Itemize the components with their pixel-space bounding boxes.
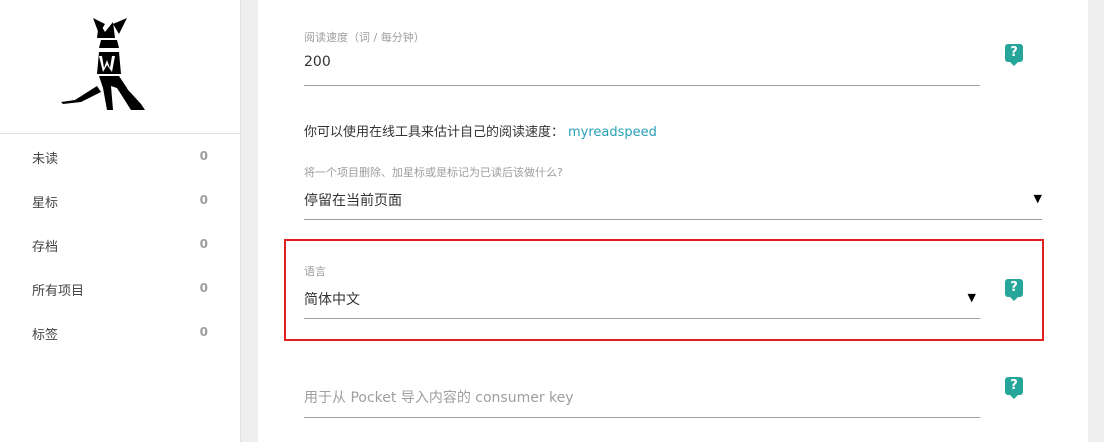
chevron-down-icon[interactable]: ▼ bbox=[1034, 192, 1042, 205]
sidebar-item-label: 存档 bbox=[32, 240, 59, 255]
reading-speed-info: 你可以使用在线工具来估计自己的阅读速度： myreadspeed bbox=[304, 121, 657, 140]
sidebar-item-label: 未读 bbox=[32, 152, 59, 167]
reading-speed-input[interactable]: 200 bbox=[304, 54, 331, 70]
highlight-box bbox=[284, 239, 1044, 341]
settings-panel: 阅读速度（词 / 每分钟） 200 ? 你可以使用在线工具来估计自己的阅读速度：… bbox=[258, 0, 1088, 442]
sidebar-item-label: 所有项目 bbox=[32, 284, 85, 299]
reading-speed-label: 阅读速度（词 / 每分钟） bbox=[304, 31, 425, 44]
action-after-underline bbox=[304, 219, 1042, 220]
myreadspeed-link[interactable]: myreadspeed bbox=[568, 125, 657, 140]
help-icon[interactable]: ? bbox=[1005, 377, 1023, 399]
sidebar-item-starred[interactable]: 星标 0 bbox=[0, 178, 240, 222]
sidebar-item-count: 0 bbox=[199, 237, 208, 251]
sidebar-item-count: 0 bbox=[199, 281, 208, 295]
sidebar-item-tags[interactable]: 标签 0 bbox=[0, 310, 240, 354]
pocket-key-input[interactable]: 用于从 Pocket 导入内容的 consumer key bbox=[304, 387, 574, 407]
reading-speed-field[interactable]: 阅读速度（词 / 每分钟） 200 bbox=[304, 29, 980, 89]
action-after-select[interactable]: 停留在当前页面 bbox=[304, 190, 402, 210]
pocket-key-field[interactable]: 用于从 Pocket 导入内容的 consumer key bbox=[304, 380, 980, 420]
reading-speed-underline bbox=[304, 85, 980, 86]
sidebar: 未读 0 星标 0 存档 0 所有项目 0 标签 0 bbox=[0, 0, 241, 442]
sidebar-item-count: 0 bbox=[199, 149, 208, 163]
sidebar-item-count: 0 bbox=[199, 193, 208, 207]
sidebar-item-label: 标签 bbox=[32, 328, 59, 343]
sidebar-item-all[interactable]: 所有项目 0 bbox=[0, 266, 240, 310]
sidebar-item-count: 0 bbox=[199, 325, 208, 339]
sidebar-item-unread[interactable]: 未读 0 bbox=[0, 134, 240, 178]
reading-speed-info-text: 你可以使用在线工具来估计自己的阅读速度： bbox=[304, 125, 565, 140]
action-after-label: 将一个项目删除、加星标或是标记为已读后该做什么? bbox=[304, 166, 563, 179]
sidebar-item-label: 星标 bbox=[32, 196, 59, 211]
help-icon[interactable]: ? bbox=[1005, 44, 1023, 66]
action-after-field[interactable]: 将一个项目删除、加星标或是标记为已读后该做什么? 停留在当前页面 ▼ bbox=[304, 164, 1042, 222]
wallabag-logo bbox=[61, 18, 145, 110]
pocket-key-underline bbox=[304, 417, 980, 418]
sidebar-item-archive[interactable]: 存档 0 bbox=[0, 222, 240, 266]
